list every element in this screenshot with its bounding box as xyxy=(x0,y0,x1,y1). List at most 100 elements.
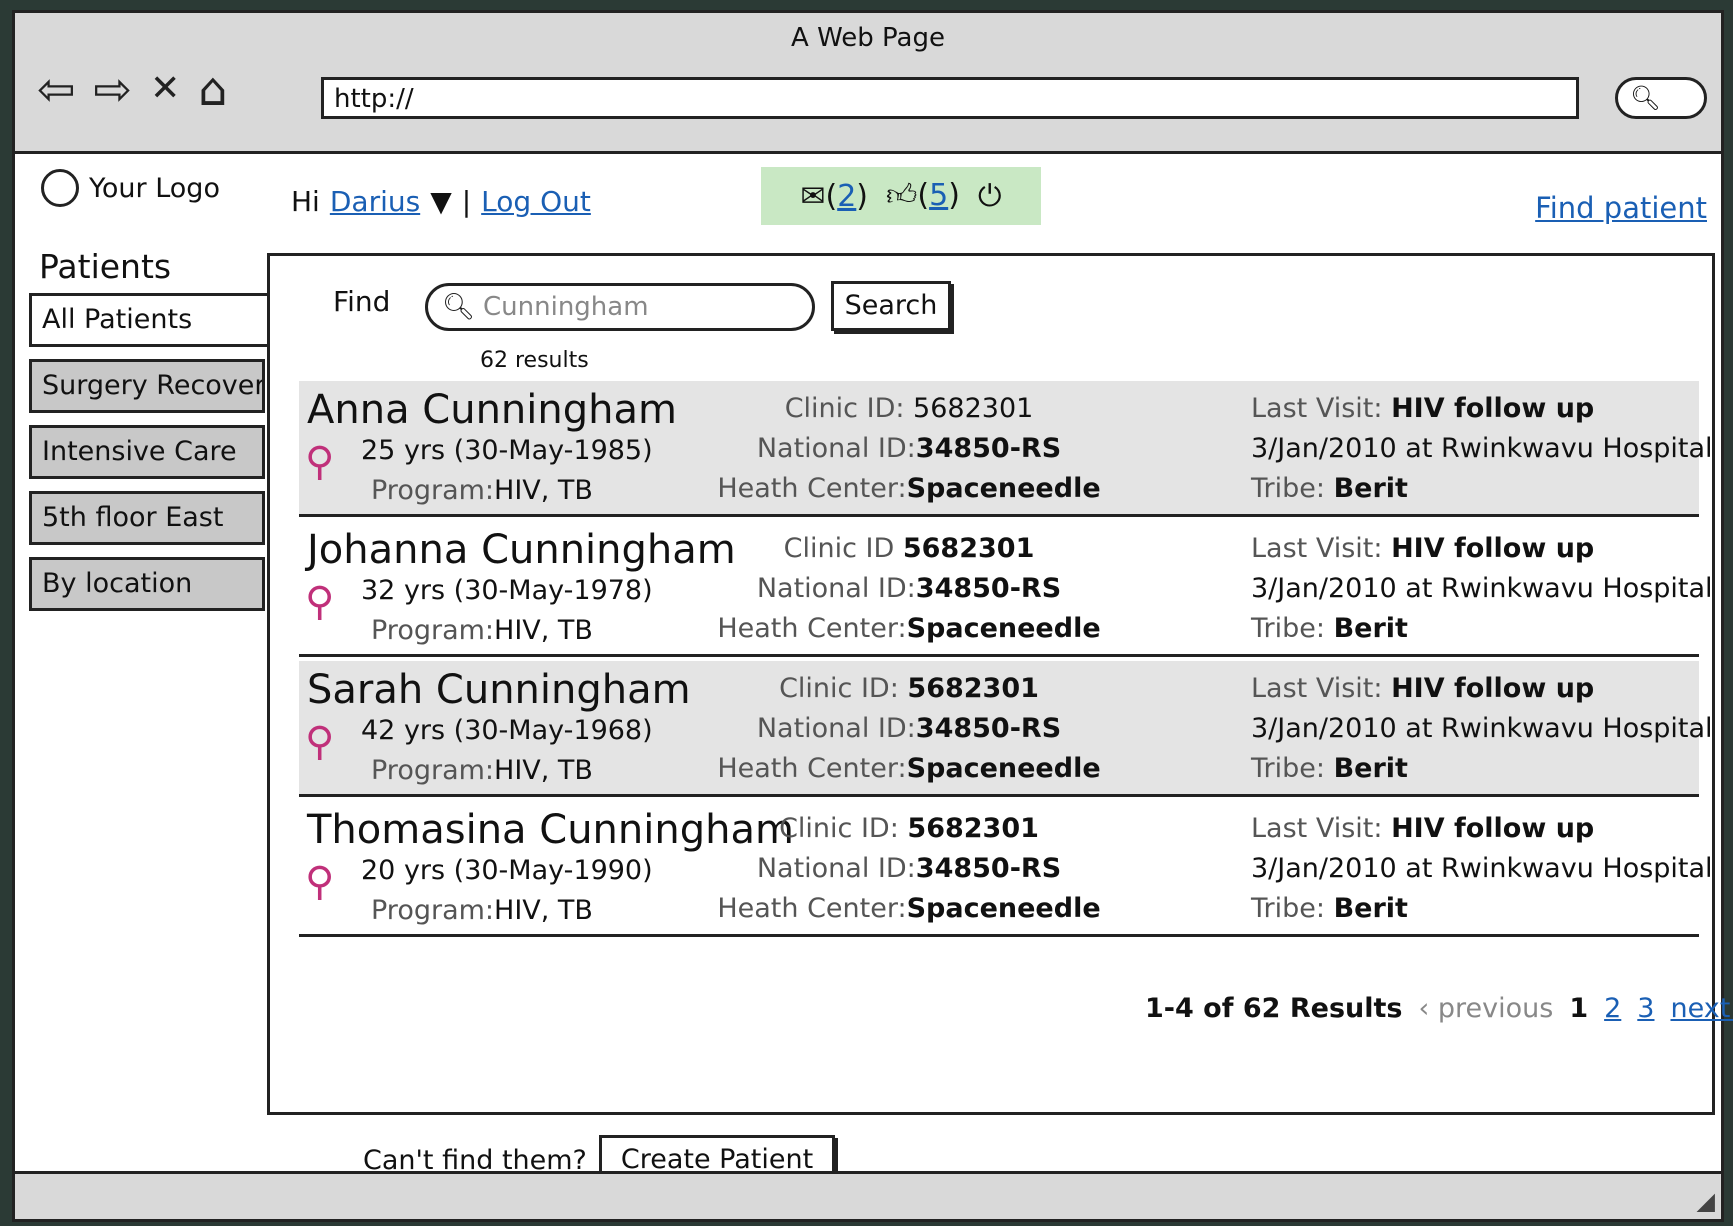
sidebar-item-intensive-care[interactable]: Intensive Care xyxy=(29,425,265,479)
last-visit-type: HIV follow up xyxy=(1391,813,1595,844)
health-center-label: Heath Center: xyxy=(717,473,907,504)
patient-age: 25 yrs (30-May-1985) xyxy=(361,435,653,466)
patient-ids: Clinic ID: 5682301 National ID:34850-RS … xyxy=(699,809,1119,929)
patient-visit: Last Visit: HIV follow up 3/Jan/2010 at … xyxy=(1251,809,1713,929)
program-value: HIV, TB xyxy=(494,895,593,926)
clinic-id-label: Clinic ID: xyxy=(779,813,899,844)
browser-search-field[interactable]: 🔍︎ xyxy=(1615,77,1707,119)
tribe: Berit xyxy=(1333,753,1408,784)
last-visit-detail: 3/Jan/2010 at Rwinkwavu Hospital xyxy=(1251,853,1713,884)
patient-name[interactable]: Sarah Cunningham xyxy=(307,667,691,713)
program-label: Program: xyxy=(371,475,495,506)
clinic-id-label: Clinic ID: xyxy=(779,673,899,704)
browser-window: A Web Page ⇦ ⇨ ✕ ⌂ http:// 🔍︎ Your Logo … xyxy=(12,10,1733,1222)
dropdown-arrow-icon[interactable]: ▼ xyxy=(430,185,452,218)
next-link[interactable]: next › xyxy=(1670,993,1733,1024)
tribe-label: Tribe: xyxy=(1251,893,1325,924)
search-value: Cunningham xyxy=(483,292,649,322)
last-visit-detail: 3/Jan/2010 at Rwinkwavu Hospital xyxy=(1251,713,1713,744)
person-icon: ⚲ xyxy=(305,859,335,905)
find-patient-link[interactable]: Find patient xyxy=(1535,191,1707,225)
url-input[interactable]: http:// xyxy=(321,77,1579,119)
close-icon[interactable]: ✕ xyxy=(150,61,180,117)
person-icon: ⚲ xyxy=(305,439,335,485)
user-menu-link[interactable]: Darius xyxy=(330,185,420,218)
patient-program: Program:HIV, TB xyxy=(371,755,593,786)
health-center-label: Heath Center: xyxy=(717,613,907,644)
patient-age: 20 yrs (30-May-1990) xyxy=(361,855,653,886)
last-visit-label: Last Visit: xyxy=(1251,533,1383,564)
program-value: HIV, TB xyxy=(494,475,593,506)
patient-name[interactable]: Anna Cunningham xyxy=(307,387,677,433)
power-icon[interactable]: ⏻ xyxy=(978,179,1002,214)
results-summary: 1-4 of 62 Results xyxy=(1145,993,1403,1024)
program-value: HIV, TB xyxy=(494,615,593,646)
search-input[interactable]: 🔍︎ Cunningham xyxy=(425,283,815,331)
envelope-icon: ✉ xyxy=(800,178,826,214)
logo[interactable]: Your Logo xyxy=(41,169,220,207)
tribe: Berit xyxy=(1333,893,1408,924)
patient-program: Program:HIV, TB xyxy=(371,895,593,926)
national-id-label: National ID: xyxy=(756,713,916,744)
user-greeting: Hi Darius ▼ | Log Out xyxy=(291,185,591,218)
patient-row[interactable]: Sarah Cunningham ⚲ 42 yrs (30-May-1968) … xyxy=(299,661,1713,797)
logout-link[interactable]: Log Out xyxy=(481,185,591,218)
search-icon: 🔍︎ xyxy=(442,292,476,322)
program-label: Program: xyxy=(371,895,495,926)
browser-toolbar: A Web Page ⇦ ⇨ ✕ ⌂ http:// 🔍︎ xyxy=(15,13,1721,154)
patient-visit: Last Visit: HIV follow up 3/Jan/2010 at … xyxy=(1251,529,1713,649)
home-icon[interactable]: ⌂ xyxy=(198,61,227,117)
separator: | xyxy=(461,185,472,218)
messages-notification[interactable]: ✉(2) xyxy=(800,179,868,214)
messages-count[interactable]: 2 xyxy=(837,179,856,214)
program-value: HIV, TB xyxy=(494,755,593,786)
sidebar-item-5th-floor-east[interactable]: 5th floor East xyxy=(29,491,265,545)
page-link[interactable]: 2 xyxy=(1604,993,1621,1024)
health-center: Spaceneedle xyxy=(906,473,1101,504)
search-button[interactable]: Search xyxy=(831,281,951,331)
pagination: 1-4 of 62 Results ‹ previous 1 2 3 next … xyxy=(1145,993,1733,1024)
logo-icon xyxy=(41,169,79,207)
logo-text: Your Logo xyxy=(89,172,220,204)
last-visit-type: HIV follow up xyxy=(1391,533,1595,564)
sidebar-item-all-patients[interactable]: All Patients xyxy=(29,293,271,347)
national-id: 34850-RS xyxy=(915,433,1062,464)
patient-program: Program:HIV, TB xyxy=(371,475,593,506)
clinic-id-label: Clinic ID xyxy=(783,533,895,564)
national-id-label: National ID: xyxy=(756,853,916,884)
notification-bar: ✉(2) 👍︎(5) ⏻ xyxy=(761,167,1041,225)
sidebar-item-surgery-recovery[interactable]: Surgery Recovery xyxy=(29,359,265,413)
page-current: 1 xyxy=(1569,993,1589,1024)
resize-grip-icon[interactable]: ◢ xyxy=(1697,1187,1715,1215)
sidebar-item-by-location[interactable]: By location xyxy=(29,557,265,611)
tribe-label: Tribe: xyxy=(1251,753,1325,784)
last-visit-label: Last Visit: xyxy=(1251,813,1383,844)
window-title: A Web Page xyxy=(791,23,945,53)
last-visit-detail: 3/Jan/2010 at Rwinkwavu Hospital xyxy=(1251,573,1713,604)
page-link[interactable]: 3 xyxy=(1637,993,1654,1024)
patient-row[interactable]: Thomasina Cunningham ⚲ 20 yrs (30-May-19… xyxy=(299,801,1713,937)
likes-count[interactable]: 5 xyxy=(929,178,948,213)
last-visit-label: Last Visit: xyxy=(1251,673,1383,704)
find-label: Find xyxy=(333,285,391,318)
patient-row[interactable]: Johanna Cunningham ⚲ 32 yrs (30-May-1978… xyxy=(299,521,1713,657)
likes-notification[interactable]: 👍︎(5) xyxy=(886,178,960,214)
clinic-id: 5682301 xyxy=(902,533,1035,564)
last-visit-type: HIV follow up xyxy=(1391,393,1595,424)
patient-name[interactable]: Johanna Cunningham xyxy=(307,527,736,573)
search-icon: 🔍︎ xyxy=(1630,84,1661,112)
tribe: Berit xyxy=(1333,613,1408,644)
patient-ids: Clinic ID 5682301 National ID:34850-RS H… xyxy=(699,529,1119,649)
forward-arrow-icon[interactable]: ⇨ xyxy=(94,61,133,117)
patient-age: 42 yrs (30-May-1968) xyxy=(361,715,653,746)
last-visit-label: Last Visit: xyxy=(1251,393,1383,424)
person-icon: ⚲ xyxy=(305,579,335,625)
back-arrow-icon[interactable]: ⇦ xyxy=(37,61,76,117)
clinic-id: 5682301 xyxy=(907,813,1039,844)
patient-row[interactable]: Anna Cunningham ⚲ 25 yrs (30-May-1985) P… xyxy=(299,381,1713,517)
national-id-label: National ID: xyxy=(756,433,916,464)
national-id: 34850-RS xyxy=(915,713,1062,744)
person-icon: ⚲ xyxy=(305,719,335,765)
patient-ids: Clinic ID: 5682301 National ID:34850-RS … xyxy=(699,389,1119,509)
health-center: Spaceneedle xyxy=(906,893,1101,924)
